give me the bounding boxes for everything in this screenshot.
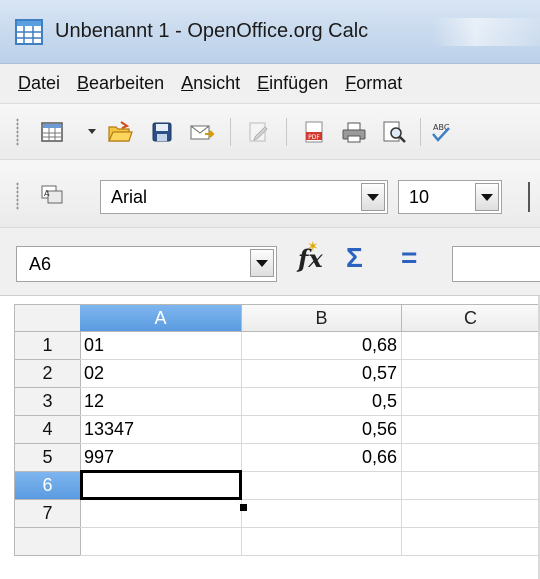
menu-bar: Datei Bearbeiten Ansicht Einfügen Format [0,64,540,104]
row-header[interactable]: 7 [14,500,81,528]
export-pdf-button[interactable]: PDF [298,116,330,148]
standard-toolbar: PDF ABC [0,104,540,160]
chevron-down-icon [367,193,379,201]
cell-a3[interactable]: 12 [80,388,242,416]
cell-b3[interactable]: 0,5 [242,388,402,416]
row-header[interactable]: 5 [14,444,81,472]
cell-b6[interactable] [242,472,402,500]
menu-datei[interactable]: Datei [18,73,60,94]
svg-text:A: A [44,189,50,198]
menu-ansicht[interactable]: Ansicht [181,73,240,94]
menu-bearbeiten[interactable]: Bearbeiten [77,73,164,94]
open-folder-icon [108,121,133,142]
styles-icon: A [41,185,63,204]
cell-b4[interactable]: 0,56 [242,416,402,444]
print-icon [342,122,366,143]
cell-a1[interactable]: 01 [80,332,242,360]
toolbar-grip[interactable] [16,182,19,210]
cell-b1[interactable]: 0,68 [242,332,402,360]
font-size-combobox[interactable]: 10 [398,180,502,214]
save-button[interactable] [146,116,178,148]
new-dropdown-arrow-icon[interactable] [88,129,96,134]
edit-file-button[interactable] [242,116,274,148]
cell-b7[interactable] [242,500,402,528]
title-bar[interactable]: Unbenannt 1 - OpenOffice.org Calc [0,0,540,64]
function-wizard-button[interactable]: fx [298,244,323,273]
email-button[interactable] [186,116,218,148]
select-all-corner[interactable] [14,304,81,332]
row-header[interactable] [14,528,81,556]
cell-c6[interactable] [402,472,540,500]
cell-c3[interactable] [402,388,540,416]
cell-a8[interactable] [80,528,242,556]
formula-bar: A6 ✶ fx Σ = [0,228,540,296]
font-name-dropdown-button[interactable] [361,183,385,211]
row-header[interactable]: 4 [14,416,81,444]
active-cell-cursor[interactable] [80,470,242,500]
window-title: Unbenannt 1 - OpenOffice.org Calc [55,20,369,42]
cell-a4[interactable]: 13347 [80,416,242,444]
page-preview-icon [383,121,406,143]
svg-text:PDF: PDF [308,134,320,141]
cell-a7[interactable] [80,500,242,528]
styles-button[interactable]: A [36,178,68,210]
row-header[interactable]: 2 [14,360,81,388]
spellcheck-button[interactable]: ABC [426,116,454,148]
font-size-value: 10 [409,187,430,207]
cell-b5[interactable]: 0,66 [242,444,402,472]
page-preview-button[interactable] [378,116,410,148]
menu-einfuegen[interactable]: Einfügen [257,73,328,94]
new-spreadsheet-icon [41,122,63,142]
cell-b2[interactable]: 0,57 [242,360,402,388]
font-name-value: Arial [111,187,148,207]
print-button[interactable] [338,116,370,148]
cell-c2[interactable] [402,360,540,388]
title-bar-glare [432,18,540,46]
column-header-c[interactable]: C [402,304,540,332]
toolbar-separator [286,118,287,146]
row-header-selected[interactable]: 6 [14,472,81,500]
column-header-a[interactable]: A [80,304,242,332]
row-header[interactable]: 3 [14,388,81,416]
cell-c5[interactable] [402,444,540,472]
cell-c4[interactable] [402,416,540,444]
export-pdf-icon: PDF [305,121,323,143]
sum-button[interactable]: Σ [346,242,363,274]
open-button[interactable] [104,116,136,148]
email-icon [190,125,215,140]
next-toolbar-item[interactable] [528,182,540,212]
grid-left-margin [0,296,14,579]
cell-b8[interactable] [242,528,402,556]
toolbar-separator [420,118,421,146]
new-spreadsheet-button[interactable] [36,116,68,148]
name-box-dropdown-button[interactable] [250,249,274,277]
font-size-dropdown-button[interactable] [475,183,499,211]
column-header-b[interactable]: B [242,304,402,332]
toolbar-separator [230,118,231,146]
save-icon [152,122,172,142]
cell-c8[interactable] [402,528,540,556]
cell-a2[interactable]: 02 [80,360,242,388]
chevron-down-icon [481,193,493,201]
spreadsheet-grid: A B C 1 01 0,68 2 02 0,57 3 12 0,5 4 133… [0,296,540,579]
fill-handle[interactable] [240,504,247,511]
name-box-value: A6 [29,254,52,274]
menu-format[interactable]: Format [345,73,402,94]
calc-app-icon [15,19,43,45]
spellcheck-icon: ABC [432,123,450,142]
chevron-down-icon [256,259,268,267]
formatting-toolbar: A Arial 10 [0,160,540,228]
row-header[interactable]: 1 [14,332,81,360]
cell-c1[interactable] [402,332,540,360]
edit-file-icon [249,122,268,142]
cell-c7[interactable] [402,500,540,528]
cell-a5[interactable]: 997 [80,444,242,472]
toolbar-grip[interactable] [16,118,19,146]
function-button[interactable]: = [401,242,417,274]
name-box[interactable]: A6 [16,246,277,282]
formula-input[interactable] [452,246,540,282]
font-name-combobox[interactable]: Arial [100,180,388,214]
